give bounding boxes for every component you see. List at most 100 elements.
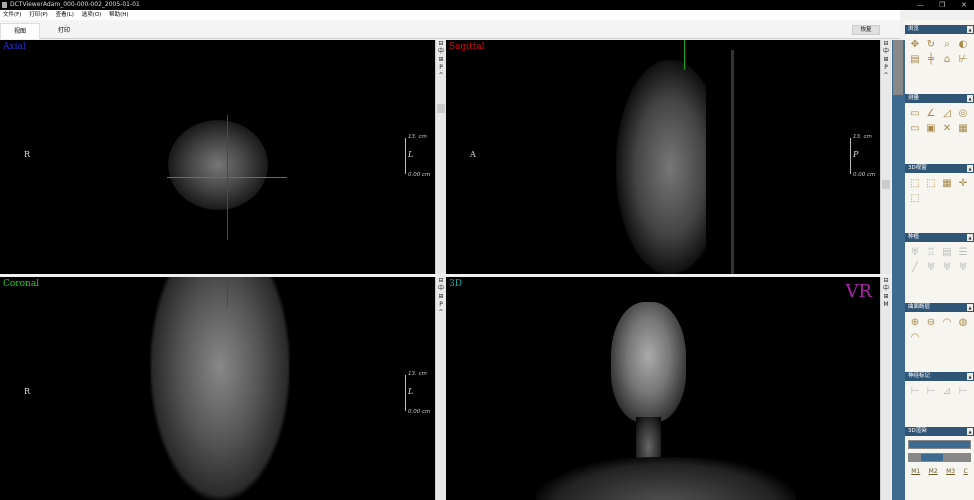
scroll-up-icon[interactable]: ^	[436, 309, 446, 317]
menu-print[interactable]: 打印(P)	[29, 12, 48, 18]
view-label: 3D	[449, 279, 462, 289]
3d-measure-icon[interactable]: ▣	[923, 121, 939, 136]
menu-options[interactable]: 选项(O)	[82, 12, 102, 18]
cube-center-icon[interactable]: ⬚	[923, 176, 939, 191]
crosshair-vertical[interactable]	[227, 115, 228, 240]
maximize-button[interactable]: ❐	[939, 0, 945, 10]
cross-measure-icon[interactable]: ✕	[939, 121, 955, 136]
home-icon[interactable]: ⌂	[939, 52, 955, 67]
crosshair-vertical[interactable]	[227, 277, 228, 307]
crosshair-icon[interactable]: ✛	[955, 176, 971, 191]
center-icon[interactable]: 中	[881, 285, 891, 293]
render-slider-1[interactable]	[908, 440, 971, 449]
tooth-icon[interactable]: ♅	[907, 245, 923, 260]
align-icon[interactable]: ╪	[923, 52, 939, 67]
cube-grid-icon[interactable]: ▦	[939, 176, 955, 191]
coronal-view[interactable]: Coronal R 13. cm L 0.00 cm	[0, 277, 435, 500]
3d-view[interactable]: 3D VR	[446, 277, 880, 500]
scroll-up-icon[interactable]: ^	[881, 72, 891, 80]
nerve-view-icon[interactable]: ⊢	[955, 384, 971, 399]
tab-view[interactable]: 视图	[0, 23, 40, 39]
m2-button[interactable]: M2	[929, 468, 938, 475]
tab-print[interactable]: 打印	[44, 23, 84, 39]
arch-remove-icon[interactable]: ⊖	[923, 315, 939, 330]
title-bar: DCTViewerAdam_000-000-002_2005-01-01 — ❐…	[0, 0, 974, 10]
length-icon[interactable]: ▭	[907, 121, 923, 136]
scroll-thumb[interactable]	[893, 40, 903, 95]
layout-icon[interactable]: ⊟	[881, 40, 891, 48]
tool-panel: 浏览 ▲ ✥ ↻ ⌕ ◐ ▤ ╪ ⌂ ⊬ 测量 ▲ ▭ ∠ ◿ ◎ ▭ ▣ ✕ ▦ 3D视窗 ▲ ⬚ ⬚ ▦ ✛ ⬚ 种植…	[905, 20, 974, 500]
m3-button[interactable]: M3	[946, 468, 955, 475]
arch-view-icon[interactable]: ◠	[907, 330, 923, 345]
menu-view[interactable]: 查看(L)	[56, 12, 74, 18]
nerve-remove-icon[interactable]: ⊢	[923, 384, 939, 399]
cube-icon[interactable]: ⬚	[907, 176, 923, 191]
grid-icon[interactable]: ⊞	[881, 56, 891, 64]
menu-bar: 文件(F) 打印(P) 查看(L) 选项(O) 帮助(H)	[0, 10, 900, 20]
c-button[interactable]: C	[964, 468, 968, 475]
render-slider-2[interactable]	[908, 453, 971, 462]
collapse-button[interactable]: ▲	[967, 428, 973, 435]
arch-icon[interactable]: ◠	[939, 315, 955, 330]
axis-icon[interactable]: ⊬	[955, 52, 971, 67]
menu-file[interactable]: 文件(F)	[3, 12, 21, 18]
grid-icon[interactable]: ⊞	[881, 293, 891, 301]
rotate-icon[interactable]: ↻	[923, 37, 939, 52]
center-icon[interactable]: 中	[436, 48, 446, 56]
menu-help[interactable]: 帮助(H)	[109, 12, 128, 18]
sagittal-view[interactable]: Sagittal A 13. cm P 0.00 cm	[446, 40, 880, 274]
line-icon[interactable]: ╱	[907, 260, 923, 275]
scroll-thumb[interactable]	[882, 180, 890, 189]
collapse-button[interactable]: ▲	[967, 234, 973, 241]
center-icon[interactable]: 中	[881, 48, 891, 56]
center-icon[interactable]: 中	[436, 285, 446, 293]
ruler-icon[interactable]: ▭	[907, 106, 923, 121]
close-button[interactable]: ✕	[961, 0, 967, 10]
collapse-button[interactable]: ▲	[967, 26, 973, 33]
move-icon[interactable]: ✥	[907, 37, 923, 52]
scroll-thumb[interactable]	[437, 104, 445, 113]
tooth-add-icon[interactable]: ♅	[923, 260, 939, 275]
tooth-remove-icon[interactable]: ♅	[955, 260, 971, 275]
layout-icon[interactable]: ⊟	[436, 277, 446, 285]
angle-icon[interactable]: ∠	[923, 106, 939, 121]
collapse-button[interactable]: ▲	[967, 165, 973, 172]
grid-icon[interactable]: ⊞	[436, 293, 446, 301]
zoom-icon[interactable]: ⌕	[939, 37, 955, 52]
m-icon[interactable]: M	[881, 301, 891, 309]
arch-edit-icon[interactable]: ◍	[955, 315, 971, 330]
scroll-up-icon[interactable]: ^	[436, 72, 446, 80]
area-icon[interactable]: ◿	[939, 106, 955, 121]
minimize-button[interactable]: —	[917, 0, 924, 10]
p-icon[interactable]: P	[436, 64, 446, 72]
implant-icon[interactable]: ♖	[923, 245, 939, 260]
app-logo-icon	[2, 2, 7, 8]
cube-small-icon[interactable]: ⬚	[907, 191, 923, 206]
library-icon[interactable]: ▤	[939, 245, 955, 260]
label-icon[interactable]: ▦	[955, 121, 971, 136]
layout-icon[interactable]: ⊟	[881, 277, 891, 285]
nerve-icon[interactable]: ☰	[955, 245, 971, 260]
arch-add-icon[interactable]: ⊕	[907, 315, 923, 330]
layout-icon[interactable]: ⊟	[436, 40, 446, 48]
restore-button[interactable]: 恢复	[852, 25, 880, 35]
contrast-icon[interactable]: ◐	[955, 37, 971, 52]
collapse-button[interactable]: ▲	[967, 373, 973, 380]
p-icon[interactable]: P	[436, 301, 446, 309]
axial-scrollbar[interactable]: ⊟ 中 ⊞ P ^	[435, 40, 446, 274]
density-icon[interactable]: ◎	[955, 106, 971, 121]
crosshair-vertical[interactable]	[684, 40, 685, 70]
report-icon[interactable]: ▤	[907, 52, 923, 67]
coronal-scrollbar[interactable]: ⊟ 中 ⊞ P ^	[435, 277, 446, 500]
grid-icon[interactable]: ⊞	[436, 56, 446, 64]
nerve-edit-icon[interactable]: ⊿	[939, 384, 955, 399]
axial-view[interactable]: Axial R 13. cm L 0.00 cm	[0, 40, 435, 274]
collapse-button[interactable]: ▲	[967, 95, 973, 102]
tooth-edit-icon[interactable]: ♅	[939, 260, 955, 275]
panel-scrollbar[interactable]	[892, 40, 905, 500]
sagittal-scrollbar[interactable]: ⊟ 中 ⊞ P ^	[880, 40, 891, 274]
collapse-button[interactable]: ▲	[967, 304, 973, 311]
nerve-add-icon[interactable]: ⊢	[907, 384, 923, 399]
m1-button[interactable]: M1	[911, 468, 920, 475]
p-icon[interactable]: P	[881, 64, 891, 72]
